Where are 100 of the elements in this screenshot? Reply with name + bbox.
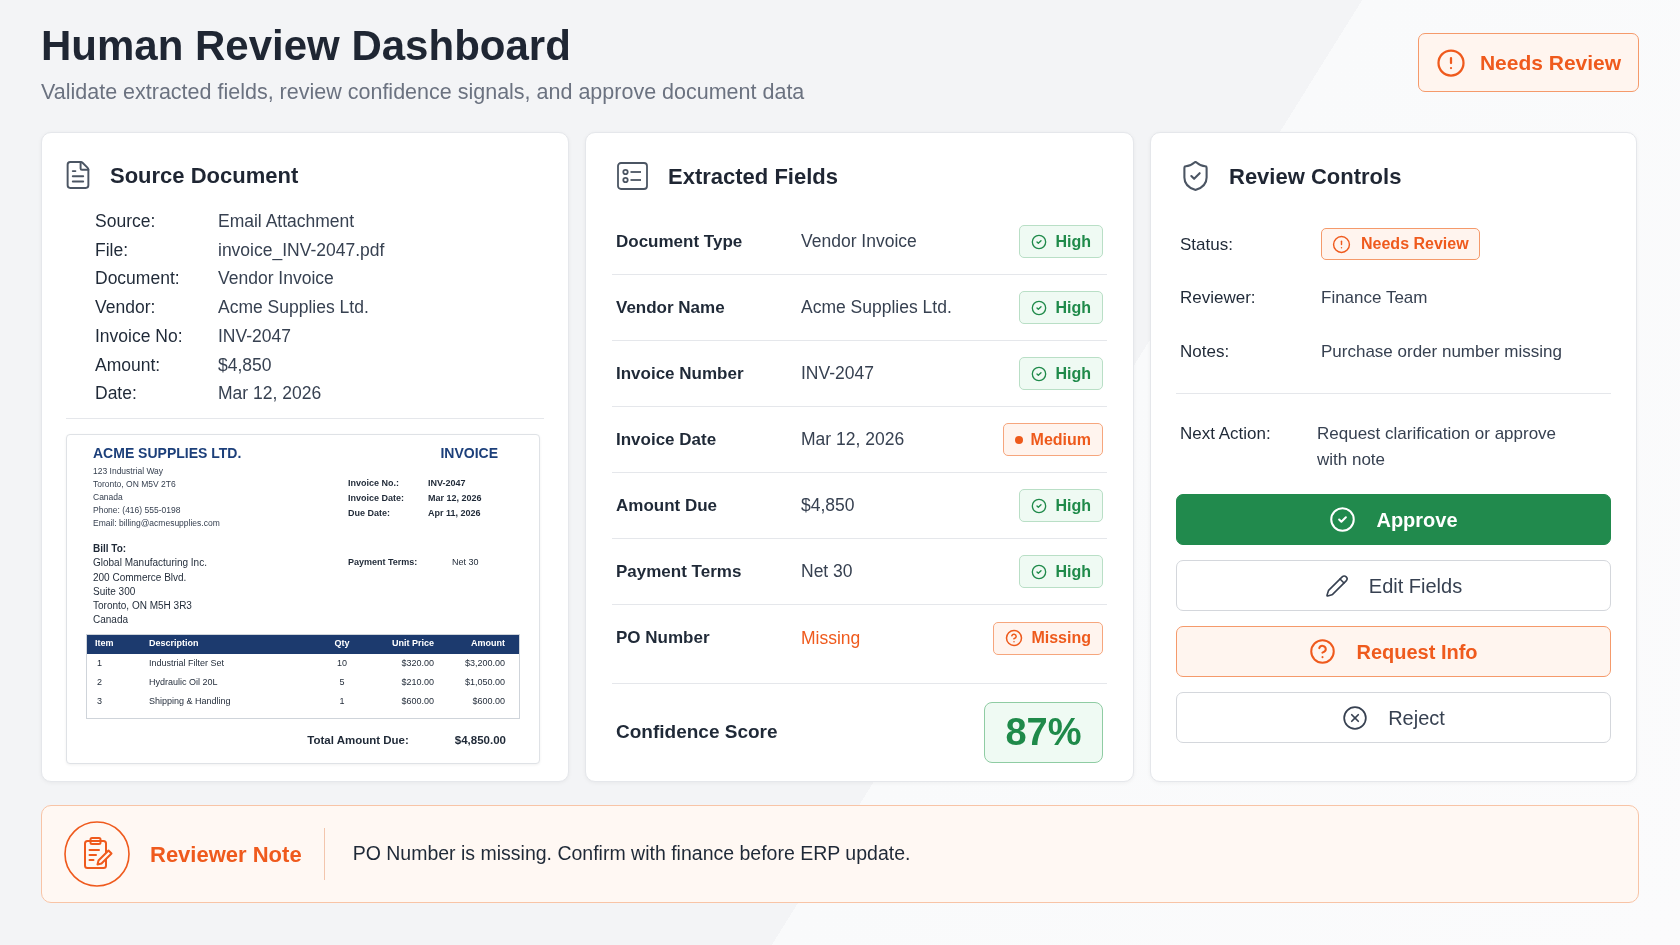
- field-label: Notes:: [1180, 340, 1231, 363]
- alert-circle-icon: [1332, 234, 1351, 254]
- confidence-score-value: 87%: [984, 702, 1103, 763]
- column-header: Amount: [470, 637, 506, 651]
- check-circle-icon: [1031, 563, 1048, 580]
- x-circle-icon: [1342, 704, 1369, 731]
- address-line: Phone: (416) 555-0198: [93, 504, 182, 518]
- check-circle-icon: [1329, 506, 1357, 533]
- total-label: Total Amount Due:: [307, 732, 409, 748]
- field-value: Finance Team: [1321, 287, 1428, 309]
- invoice-company-name: ACME SUPPLIES LTD.: [93, 443, 242, 462]
- invoice-meta-value: Mar 12, 2026: [428, 491, 483, 505]
- payment-terms-value: Net 30: [452, 555, 480, 569]
- column-header: Item: [94, 637, 115, 651]
- check-circle-icon: [1031, 233, 1048, 250]
- bill-to-line: Canada: [93, 613, 130, 628]
- field-value: Email Attachment: [218, 210, 356, 233]
- pencil-icon: [1324, 573, 1349, 598]
- invoice-meta-value: INV-2047: [428, 476, 467, 490]
- action-button[interactable]: Reject: [1176, 692, 1611, 743]
- field-label: Reviewer:: [1180, 287, 1257, 309]
- question-circle-icon: [1309, 638, 1337, 665]
- address-line: Toronto, ON M5V 2T6: [93, 478, 177, 492]
- confidence-level: High: [1055, 297, 1091, 318]
- payment-terms-label: Payment Terms:: [348, 555, 419, 569]
- address-line: 123 Industrial Way: [93, 465, 165, 479]
- field-label: Document Type: [616, 230, 744, 253]
- field-label: Invoice Number: [616, 362, 745, 385]
- field-value: $4,850: [218, 353, 273, 377]
- field-value: $4,850: [801, 494, 856, 518]
- field-value: Net 30: [801, 560, 854, 584]
- column-header: Description: [149, 637, 200, 651]
- invoice-meta-label: Invoice No.:: [348, 476, 400, 490]
- check-circle-icon: [1031, 497, 1048, 514]
- address-line: Canada: [93, 491, 124, 505]
- field-label: Payment Terms: [616, 560, 743, 583]
- table-cell-text: 3: [96, 695, 103, 709]
- document-icon: [66, 161, 90, 189]
- bill-to-line: Suite 300: [93, 584, 137, 599]
- bill-to-label: Bill To:: [93, 541, 128, 556]
- clipboard-pen-icon: [64, 821, 130, 887]
- confidence-level: Medium: [1030, 429, 1091, 450]
- field-value: Missing: [801, 626, 862, 650]
- table-cell-text: 10: [336, 657, 348, 671]
- column-header: Qty: [333, 637, 351, 651]
- alert-circle-icon: [1435, 47, 1466, 78]
- table-cell-text: Hydraulic Oil 20L: [149, 676, 219, 690]
- invoice-meta-value: Apr 11, 2026: [428, 506, 482, 520]
- action-button[interactable]: Edit Fields: [1176, 560, 1611, 611]
- table-cell-text: $320.00: [400, 657, 434, 671]
- table-cell-text: 1: [338, 695, 346, 709]
- table-cell-text: $1,050.00: [463, 676, 506, 690]
- invoice-meta-label: Invoice Date:: [348, 491, 406, 505]
- confidence-level: High: [1055, 231, 1091, 252]
- reviewer-note-title: Reviewer Note: [150, 840, 302, 869]
- table-cell-text: Shipping & Handling: [149, 695, 232, 709]
- field-label: File:: [95, 238, 130, 262]
- list-icon: [617, 162, 648, 190]
- table-cell-text: $210.00: [400, 676, 434, 690]
- field-value: Request clarification or approve with note: [1317, 423, 1558, 471]
- table-cell-text: $600.00: [400, 695, 434, 709]
- total-value: $4,850.00: [454, 732, 506, 748]
- field-value: invoice_INV-2047.pdf: [218, 238, 386, 263]
- field-value: Mar 12, 2026: [801, 428, 906, 452]
- reviewer-note-text: PO Number is missing. Confirm with finance before ERP update.: [352, 841, 911, 867]
- shield-check-icon: [1182, 161, 1209, 191]
- field-label: Source:: [95, 210, 157, 233]
- table-cell-text: $3,200.00: [463, 657, 506, 671]
- bill-to-line: 200 Commerce Blvd.: [93, 570, 188, 585]
- table-cell-text: Industrial Filter Set: [149, 657, 226, 671]
- table-cell-text: 1: [96, 657, 103, 671]
- confidence-score-label: Confidence Score: [616, 720, 778, 745]
- field-label: Vendor Name: [616, 296, 726, 319]
- field-label: Status:: [1180, 233, 1234, 256]
- confidence-level: High: [1055, 561, 1091, 582]
- field-value: Vendor Invoice: [218, 267, 335, 291]
- bill-to-line: Global Manufacturing Inc.: [93, 556, 208, 571]
- invoice-meta-label: Due Date:: [348, 506, 391, 520]
- field-value: Acme Supplies Ltd.: [801, 296, 953, 320]
- field-value: Vendor Invoice: [801, 230, 918, 254]
- field-value: Mar 12, 2026: [218, 382, 323, 406]
- table-cell-text: 5: [338, 676, 346, 690]
- address-line: Email: billing@acmesupplies.com: [93, 517, 221, 531]
- field-label: Date:: [95, 382, 138, 406]
- field-label: Invoice Date: [616, 428, 718, 451]
- page-title: Human Review Dashboard: [41, 22, 571, 70]
- field-value: Purchase order number missing: [1321, 340, 1562, 363]
- confidence-level: Missing: [1031, 628, 1091, 648]
- field-label: Amount Due: [616, 494, 719, 517]
- card-title: Source Document: [110, 161, 299, 190]
- status-text: Needs Review: [1361, 234, 1469, 255]
- status-text: Needs Review: [1479, 49, 1622, 76]
- card-title: Review Controls: [1229, 162, 1402, 191]
- check-circle-icon: [1031, 365, 1048, 382]
- field-label: Next Action:: [1180, 423, 1272, 445]
- action-button[interactable]: Approve: [1176, 494, 1611, 545]
- field-value: INV-2047: [218, 324, 292, 348]
- field-label: Invoice No:: [95, 324, 184, 348]
- bill-to-line: Toronto, ON M5H 3R3: [93, 599, 193, 614]
- field-label: PO Number: [616, 627, 711, 650]
